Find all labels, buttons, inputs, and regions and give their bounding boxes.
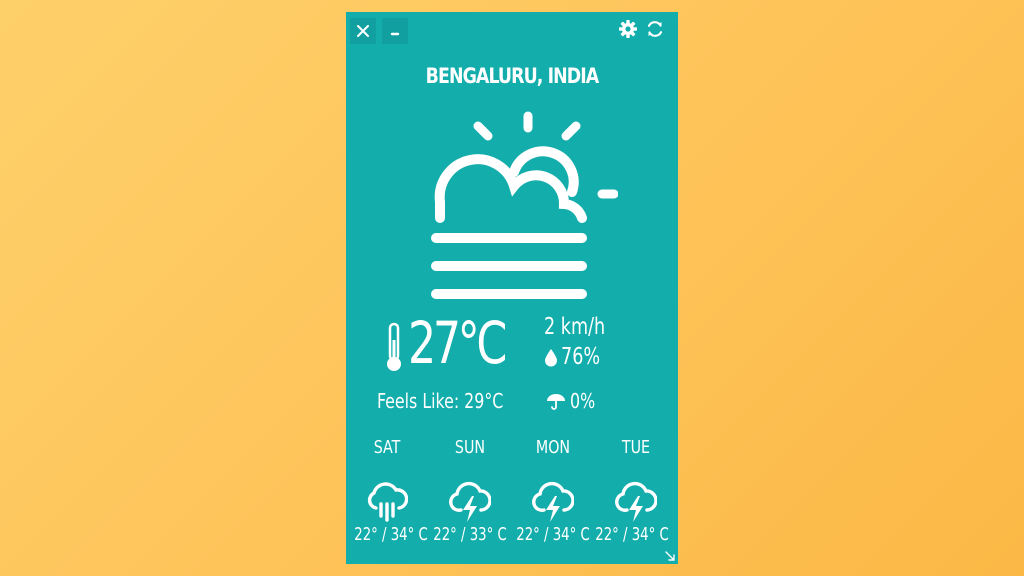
cloud-lightning-icon bbox=[532, 481, 574, 522]
forecast-day-label: TUE bbox=[621, 437, 651, 458]
cloud-rain-icon bbox=[367, 482, 408, 522]
forecast-day-mon: MON 22° / 34° C bbox=[512, 12, 594, 564]
forecast-temps: 22° / 34° C bbox=[354, 524, 428, 545]
forecast-day-tue: TUE 22° / 34° C bbox=[595, 12, 677, 564]
forecast-temps: 22° / 34° C bbox=[516, 524, 590, 545]
forecast-day-label: MON bbox=[535, 437, 571, 458]
forecast-temps: 22° / 34° C bbox=[595, 524, 669, 545]
resize-grip-icon[interactable] bbox=[664, 550, 676, 562]
forecast-day-sun: SUN 22° / 33° C bbox=[429, 12, 511, 564]
forecast-temps: 22° / 33° C bbox=[433, 524, 507, 545]
forecast-day-sat: SAT 22° / 34° C bbox=[346, 12, 428, 564]
weather-widget: BENGALURU, INDIA 27°C 2 km/h 76% Feels L… bbox=[346, 12, 678, 564]
forecast-day-label: SUN bbox=[454, 437, 486, 458]
cloud-lightning-icon bbox=[615, 481, 657, 522]
cloud-lightning-icon bbox=[449, 481, 491, 522]
forecast-day-label: SAT bbox=[373, 437, 401, 458]
